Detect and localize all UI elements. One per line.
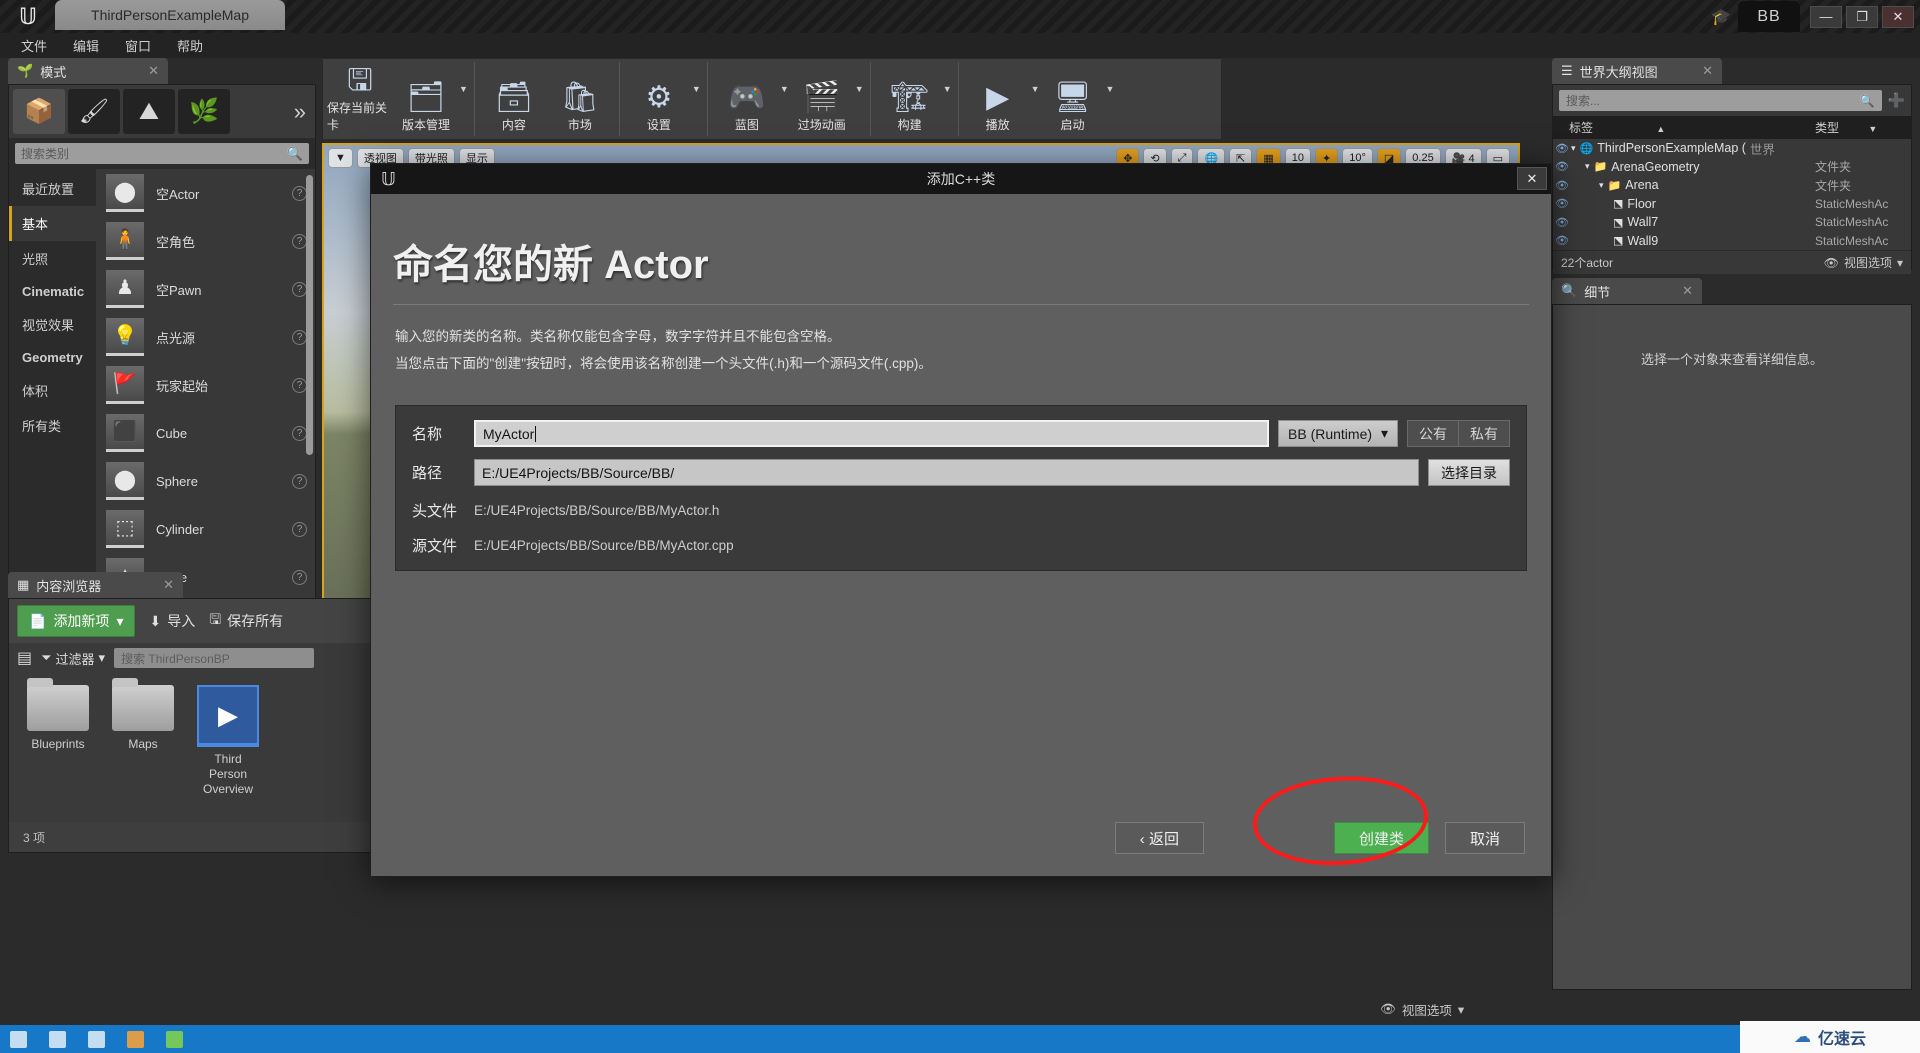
class-name-value: MyActor: [483, 425, 535, 442]
choose-directory-label: 选择目录: [1441, 464, 1497, 481]
unreal-editor-window: 𝕌 ThirdPersonExampleMap 🎓 BB — ❐ ✕ 文件 编辑…: [0, 0, 1920, 1053]
dialog-footer: ‹ 返回 创建类 取消: [371, 800, 1551, 876]
dialog-close-button[interactable]: ✕: [1517, 167, 1547, 190]
name-label: 名称: [412, 426, 443, 443]
dialog-title-bar: 𝕌 添加C++类 ✕: [371, 164, 1551, 194]
path-input[interactable]: E:/UE4Projects/BB/Source/BB/: [474, 459, 1419, 486]
dialog-title-label: 添加C++类: [926, 171, 996, 187]
path-value: E:/UE4Projects/BB/Source/BB/: [482, 464, 675, 481]
module-dropdown-label: BB (Runtime): [1288, 425, 1373, 442]
text-caret: [535, 425, 537, 442]
taskbar-icon-1[interactable]: [10, 1030, 27, 1048]
class-form: 名称 MyActor BB (Runtime) ▾ 公有 私有 路径 E:/UE…: [395, 405, 1527, 571]
dialog-heading: 命名您的新 Actor: [393, 243, 709, 287]
windows-taskbar: ☁ 亿速云: [0, 1021, 1920, 1053]
description-line-1: 输入您的新类的名称。类名称仅能包含字母，数字字符并且不能包含空格。: [395, 329, 841, 344]
module-dropdown[interactable]: BB (Runtime) ▾: [1278, 420, 1398, 447]
taskbar-icon-5[interactable]: [166, 1030, 183, 1048]
source-file-value: E:/UE4Projects/BB/Source/BB/MyActor.cpp: [474, 538, 734, 553]
description-line-2: 当您点击下面的"创建"按钮时，将会使用该名称创建一个头文件(.h)和一个源码文件…: [395, 356, 932, 371]
header-file-label: 头文件: [412, 503, 458, 520]
chevron-down-icon: ▾: [1380, 425, 1388, 441]
taskbar-icon-2[interactable]: [49, 1030, 66, 1048]
cancel-button[interactable]: 取消: [1444, 822, 1525, 854]
back-button[interactable]: ‹ 返回: [1114, 822, 1204, 854]
add-cpp-class-dialog: 𝕌 添加C++类 ✕ 命名您的新 Actor 输入您的新类的名称。类名称仅能包含…: [370, 163, 1552, 877]
choose-directory-button[interactable]: 选择目录: [1428, 459, 1510, 486]
private-option[interactable]: 私有: [1458, 421, 1509, 446]
cloud-icon: ☁: [1793, 1027, 1811, 1046]
unreal-logo-icon: 𝕌: [381, 168, 396, 189]
dialog-description: 输入您的新类的名称。类名称仅能包含字母，数字字符并且不能包含空格。 当您点击下面…: [371, 305, 1551, 377]
source-file-row: 源文件 E:/UE4Projects/BB/Source/BB/MyActor.…: [412, 535, 1510, 556]
public-option[interactable]: 公有: [1408, 421, 1458, 446]
source-file-label: 源文件: [412, 538, 458, 555]
watermark: ☁ 亿速云: [1740, 1021, 1920, 1053]
class-name-input[interactable]: MyActor: [474, 420, 1269, 447]
watermark-text: 亿速云: [1817, 1031, 1866, 1048]
taskbar-icon-3[interactable]: [88, 1030, 105, 1048]
visibility-toggle: 公有 私有: [1407, 420, 1510, 447]
dialog-overlay: 𝕌 添加C++类 ✕ 命名您的新 Actor 输入您的新类的名称。类名称仅能包含…: [0, 0, 1920, 1053]
create-class-button[interactable]: 创建类: [1333, 822, 1429, 854]
header-file-row: 头文件 E:/UE4Projects/BB/Source/BB/MyActor.…: [412, 500, 1510, 521]
path-row: 路径 E:/UE4Projects/BB/Source/BB/ 选择目录: [412, 459, 1510, 486]
taskbar-items: [0, 1025, 1920, 1053]
name-row: 名称 MyActor BB (Runtime) ▾ 公有 私有: [412, 420, 1510, 447]
path-label: 路径: [412, 465, 443, 482]
taskbar-icon-4[interactable]: [127, 1030, 144, 1048]
header-file-value: E:/UE4Projects/BB/Source/BB/MyActor.h: [474, 503, 720, 518]
